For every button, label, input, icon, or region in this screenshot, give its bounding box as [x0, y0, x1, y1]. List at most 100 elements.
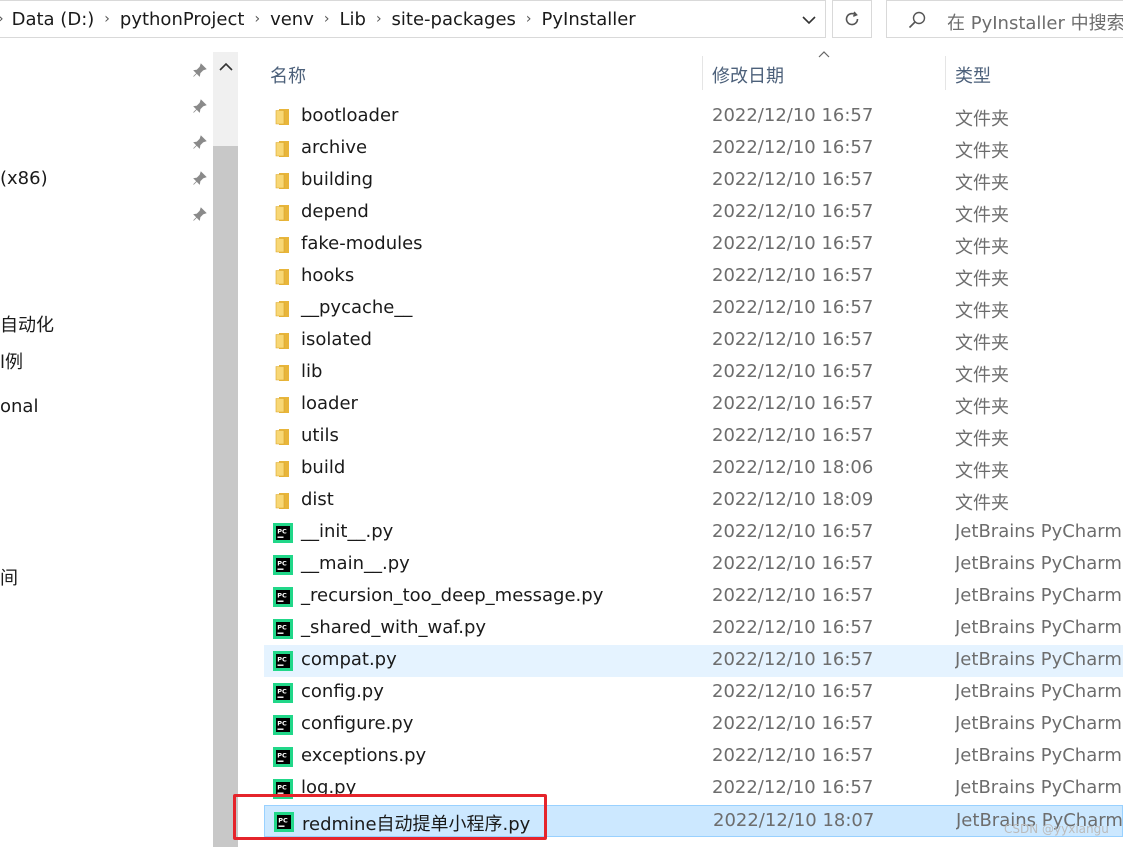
nav-item[interactable]: (x86): [0, 168, 48, 189]
file-row[interactable]: utils 2022/12/10 16:57 文件夹: [264, 421, 1123, 453]
pycharm-icon: PC: [273, 715, 293, 735]
file-row[interactable]: hooks 2022/12/10 16:57 文件夹: [264, 261, 1123, 293]
column-header-date[interactable]: 修改日期: [712, 62, 784, 88]
scroll-up-button[interactable]: [213, 52, 238, 82]
pycharm-icon: PC: [273, 555, 293, 575]
breadcrumb-item[interactable]: Lib: [339, 9, 365, 30]
file-row[interactable]: bootloader 2022/12/10 16:57 文件夹: [264, 101, 1123, 133]
folder-icon: [273, 267, 293, 287]
svg-text:PC: PC: [277, 592, 287, 600]
file-type: 文件夹: [955, 365, 1009, 386]
file-row[interactable]: depend 2022/12/10 16:57 文件夹: [264, 197, 1123, 229]
chevron-right-icon[interactable]: ›: [0, 11, 4, 27]
breadcrumb-item[interactable]: PyInstaller: [542, 9, 636, 30]
chevron-right-icon[interactable]: ›: [324, 11, 330, 27]
file-type: 文件夹: [955, 173, 1009, 194]
file-row[interactable]: PC __main__.py 2022/12/10 16:57 JetBrains P…: [264, 549, 1123, 581]
folder-icon: [273, 203, 293, 223]
pin-icon[interactable]: [192, 170, 208, 186]
search-input[interactable]: 在 PyInstaller 中搜索: [947, 9, 1123, 35]
chevron-right-icon[interactable]: ›: [526, 11, 532, 27]
file-row[interactable]: PC _shared_with_waf.py 2022/12/10 16:57 Jet…: [264, 613, 1123, 645]
nav-scrollbar-thumb[interactable]: [213, 146, 238, 847]
file-row[interactable]: PC compat.py 2022/12/10 16:57 JetBrains PyC…: [264, 645, 1123, 677]
chevron-right-icon[interactable]: ›: [254, 11, 260, 27]
column-header-name[interactable]: 名称: [270, 62, 306, 88]
file-date: 2022/12/10 16:57: [712, 297, 874, 318]
file-name: __main__.py: [301, 553, 410, 574]
file-date: 2022/12/10 16:57: [712, 201, 874, 222]
column-divider[interactable]: [945, 56, 946, 90]
file-row[interactable]: __pycache__ 2022/12/10 16:57 文件夹: [264, 293, 1123, 325]
file-date: 2022/12/10 16:57: [712, 169, 874, 190]
file-type: JetBrains PyCharm ...: [955, 681, 1123, 702]
column-divider[interactable]: [702, 56, 703, 90]
file-row[interactable]: PC __init__.py 2022/12/10 16:57 JetBrains P…: [264, 517, 1123, 549]
file-date: 2022/12/10 16:57: [712, 233, 874, 254]
file-type: 文件夹: [955, 141, 1009, 162]
nav-item[interactable]: l例: [0, 348, 23, 374]
file-date: 2022/12/10 18:06: [712, 457, 874, 478]
pin-icon[interactable]: [192, 62, 208, 78]
folder-icon: [273, 459, 293, 479]
pycharm-icon: PC: [273, 651, 293, 671]
file-row[interactable]: loader 2022/12/10 16:57 文件夹: [264, 389, 1123, 421]
address-bar[interactable]: › Data (D:) › pythonProject › venv › Lib…: [0, 0, 826, 38]
file-type: JetBrains PyCharm ...: [955, 553, 1123, 574]
file-name: compat.py: [301, 649, 397, 670]
file-type: 文件夹: [955, 109, 1009, 130]
file-name: building: [301, 169, 374, 190]
file-name: __pycache__: [301, 297, 413, 318]
breadcrumb-item[interactable]: Data (D:): [12, 9, 95, 30]
toolbar: › Data (D:) › pythonProject › venv › Lib…: [0, 0, 1123, 42]
file-name: fake-modules: [301, 233, 423, 254]
svg-text:PC: PC: [277, 752, 287, 760]
svg-text:PC: PC: [278, 817, 288, 825]
svg-text:PC: PC: [277, 784, 287, 792]
file-row[interactable]: lib 2022/12/10 16:57 文件夹: [264, 357, 1123, 389]
pin-icon[interactable]: [192, 206, 208, 222]
file-type: 文件夹: [955, 205, 1009, 226]
file-row[interactable]: PC exceptions.py 2022/12/10 16:57 JetBrains…: [264, 741, 1123, 773]
file-row[interactable]: PC redmine自动提单小程序.py 2022/12/10 18:07 JetBr…: [264, 805, 1123, 837]
file-date: 2022/12/10 16:57: [712, 521, 874, 542]
file-row[interactable]: build 2022/12/10 18:06 文件夹: [264, 453, 1123, 485]
file-row[interactable]: fake-modules 2022/12/10 16:57 文件夹: [264, 229, 1123, 261]
file-name: redmine自动提单小程序.py: [302, 814, 531, 835]
file-type: 文件夹: [955, 493, 1009, 514]
watermark: CSDN @yyxiangu: [1004, 822, 1109, 836]
column-header-type[interactable]: 类型: [955, 62, 991, 88]
chevron-right-icon[interactable]: ›: [104, 11, 110, 27]
nav-item[interactable]: 自动化: [0, 311, 54, 337]
file-row[interactable]: PC log.py 2022/12/10 16:57 JetBrains PyChar…: [264, 773, 1123, 805]
file-row[interactable]: isolated 2022/12/10 16:57 文件夹: [264, 325, 1123, 357]
chevron-down-icon[interactable]: [801, 11, 817, 29]
pin-icon[interactable]: [192, 98, 208, 114]
folder-icon: [273, 171, 293, 191]
svg-text:PC: PC: [277, 528, 287, 536]
file-row[interactable]: dist 2022/12/10 18:09 文件夹: [264, 485, 1123, 517]
search-box[interactable]: 在 PyInstaller 中搜索: [886, 0, 1123, 38]
nav-item[interactable]: onal: [0, 396, 38, 417]
file-row[interactable]: PC config.py 2022/12/10 16:57 JetBrains PyC…: [264, 677, 1123, 709]
file-row[interactable]: archive 2022/12/10 16:57 文件夹: [264, 133, 1123, 165]
breadcrumb-item[interactable]: site-packages: [392, 9, 516, 30]
file-name: log.py: [301, 777, 357, 798]
breadcrumb-item[interactable]: pythonProject: [120, 9, 245, 30]
breadcrumb-item[interactable]: venv: [270, 9, 314, 30]
pin-icon[interactable]: [192, 134, 208, 150]
file-name: depend: [301, 201, 369, 222]
refresh-button[interactable]: [832, 0, 872, 38]
svg-text:PC: PC: [277, 656, 287, 664]
file-row[interactable]: PC configure.py 2022/12/10 16:57 JetBrains …: [264, 709, 1123, 741]
file-row[interactable]: building 2022/12/10 16:57 文件夹: [264, 165, 1123, 197]
file-date: 2022/12/10 16:57: [712, 329, 874, 350]
file-date: 2022/12/10 18:07: [713, 810, 875, 831]
nav-item[interactable]: 间: [0, 564, 18, 590]
navigation-pane: (x86) 自动化 l例 onal 间: [0, 42, 238, 847]
file-type: JetBrains PyCharm ...: [955, 713, 1123, 734]
chevron-right-icon[interactable]: ›: [376, 11, 382, 27]
pycharm-icon: PC: [273, 587, 293, 607]
file-date: 2022/12/10 18:09: [712, 489, 874, 510]
file-row[interactable]: PC _recursion_too_deep_message.py 2022/12/…: [264, 581, 1123, 613]
